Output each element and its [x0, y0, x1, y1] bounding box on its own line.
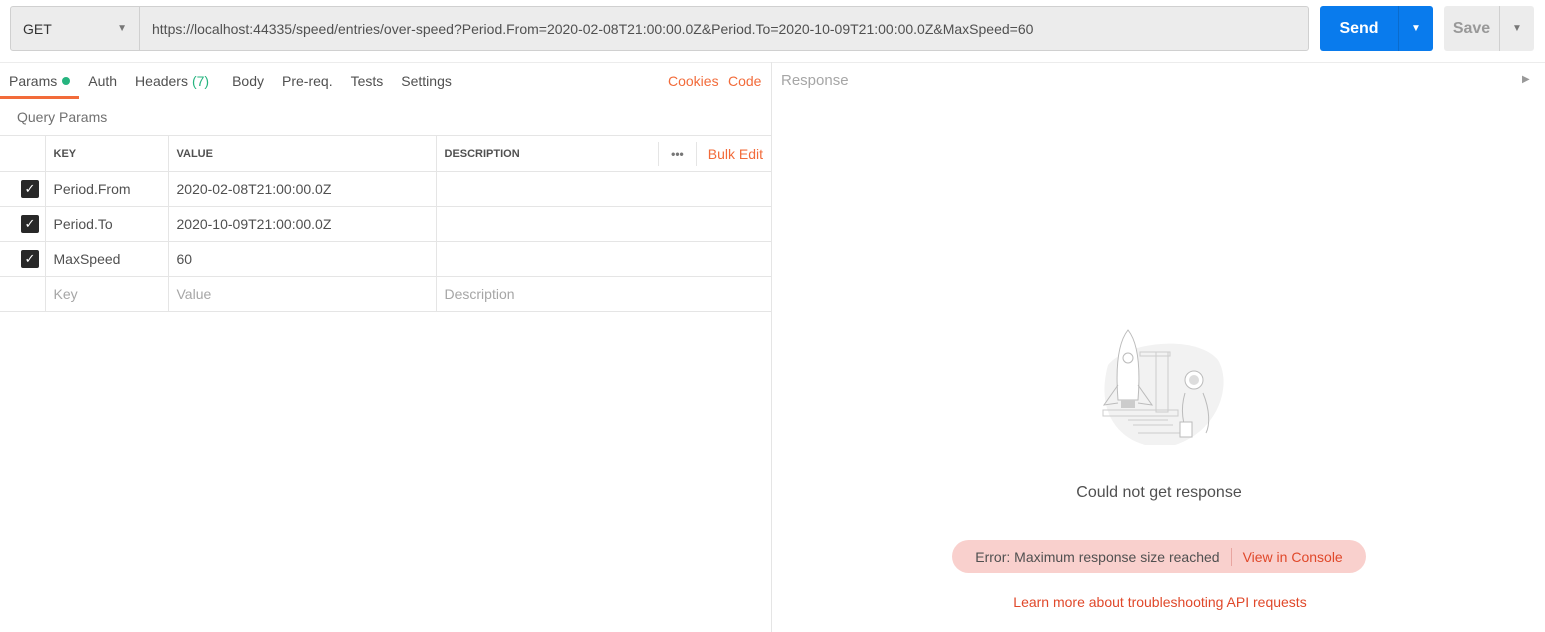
- key-cell[interactable]: MaxSpeed: [44, 241, 169, 277]
- tab-pre-request[interactable]: Pre-req.: [273, 63, 342, 99]
- rocket-astronaut-illustration: [1102, 329, 1224, 445]
- checkbox-checked[interactable]: ✓: [21, 250, 39, 268]
- description-input[interactable]: Description: [435, 276, 771, 312]
- checkbox-cell: ✓: [0, 241, 46, 277]
- expand-arrow-icon[interactable]: ▶: [1522, 74, 1530, 85]
- save-label[interactable]: Save: [1444, 6, 1499, 51]
- tab-label: Auth: [88, 73, 118, 89]
- tab-label: Body: [232, 73, 265, 89]
- tab-settings[interactable]: Settings: [392, 63, 461, 99]
- tab-params[interactable]: Params: [0, 63, 80, 99]
- key-header: KEY: [44, 135, 169, 172]
- value-input[interactable]: Value: [167, 276, 437, 312]
- method-select[interactable]: GET ▼: [10, 6, 140, 51]
- tab-tests[interactable]: Tests: [342, 63, 393, 99]
- description-cell[interactable]: [435, 171, 771, 207]
- description-cell[interactable]: [435, 206, 771, 242]
- code-link[interactable]: Code: [728, 73, 761, 89]
- tab-auth[interactable]: Auth: [79, 63, 126, 99]
- new-param-row: Key Value Description: [0, 276, 771, 312]
- key-input[interactable]: Key: [44, 276, 169, 312]
- value-cell[interactable]: 2020-10-09T21:00:00.0Z: [167, 206, 437, 242]
- send-button[interactable]: Send ▼: [1320, 6, 1433, 51]
- separator: [1230, 547, 1232, 566]
- bulk-edit-button[interactable]: Bulk Edit: [695, 141, 763, 166]
- response-title: Response: [781, 72, 849, 89]
- tab-label: Settings: [401, 73, 452, 89]
- query-params-title: Query Params: [17, 109, 108, 125]
- checkbox-cell: ✓: [0, 206, 46, 242]
- description-label: DESCRIPTION: [444, 147, 520, 160]
- key-cell[interactable]: Period.To: [44, 206, 169, 242]
- pane-divider[interactable]: [771, 62, 772, 632]
- key-cell[interactable]: Period.From: [44, 171, 169, 207]
- value-cell[interactable]: 2020-02-08T21:00:00.0Z: [167, 171, 437, 207]
- value-cell[interactable]: 60: [167, 241, 437, 277]
- description-cell[interactable]: [435, 241, 771, 277]
- send-label[interactable]: Send: [1320, 6, 1398, 51]
- save-button[interactable]: Save ▼: [1444, 6, 1534, 51]
- tab-label: Pre-req.: [282, 73, 333, 89]
- description-header: DESCRIPTION ••• Bulk Edit: [435, 135, 771, 172]
- tab-label: Params: [9, 73, 58, 89]
- method-value: GET: [23, 20, 52, 37]
- error-banner: Error: Maximum response size reached View…: [952, 540, 1366, 573]
- params-table: KEY VALUE DESCRIPTION ••• Bulk Edit ✓ Period.…: [0, 135, 771, 312]
- checkbox-checked[interactable]: ✓: [21, 180, 39, 198]
- cookies-link[interactable]: Cookies: [668, 73, 719, 89]
- view-in-console-link[interactable]: View in Console: [1243, 549, 1343, 565]
- active-dot-icon: [62, 77, 71, 85]
- more-icon[interactable]: •••: [658, 141, 696, 166]
- table-row: ✓ MaxSpeed 60: [0, 241, 771, 277]
- no-response-message: Could not get response: [1076, 484, 1242, 501]
- value-header: VALUE: [167, 135, 437, 172]
- headers-count: (7): [191, 73, 210, 89]
- save-options-chevron-icon[interactable]: ▼: [1499, 6, 1534, 51]
- table-header: KEY VALUE DESCRIPTION ••• Bulk Edit: [0, 135, 771, 172]
- troubleshooting-link[interactable]: Learn more about troubleshooting API req…: [960, 594, 1360, 610]
- tab-label: Headers: [135, 73, 188, 89]
- checkbox-column: [0, 135, 46, 172]
- checkbox-checked[interactable]: ✓: [21, 215, 39, 233]
- checkbox-cell: [0, 276, 46, 312]
- tab-label: Tests: [350, 73, 384, 89]
- url-input[interactable]: https://localhost:44335/speed/entries/ov…: [139, 6, 1309, 51]
- chevron-down-icon: ▼: [117, 23, 127, 34]
- send-options-chevron-icon[interactable]: ▼: [1398, 6, 1433, 51]
- error-message: Error: Maximum response size reached: [975, 548, 1220, 565]
- table-row: ✓ Period.From 2020-02-08T21:00:00.0Z: [0, 171, 771, 207]
- request-tabs: Params Auth Headers (7) Body Pre-req. Tes…: [0, 63, 461, 99]
- table-row: ✓ Period.To 2020-10-09T21:00:00.0Z: [0, 206, 771, 242]
- tab-body[interactable]: Body: [223, 63, 273, 99]
- tab-headers[interactable]: Headers (7): [126, 63, 223, 99]
- checkbox-cell: ✓: [0, 171, 46, 207]
